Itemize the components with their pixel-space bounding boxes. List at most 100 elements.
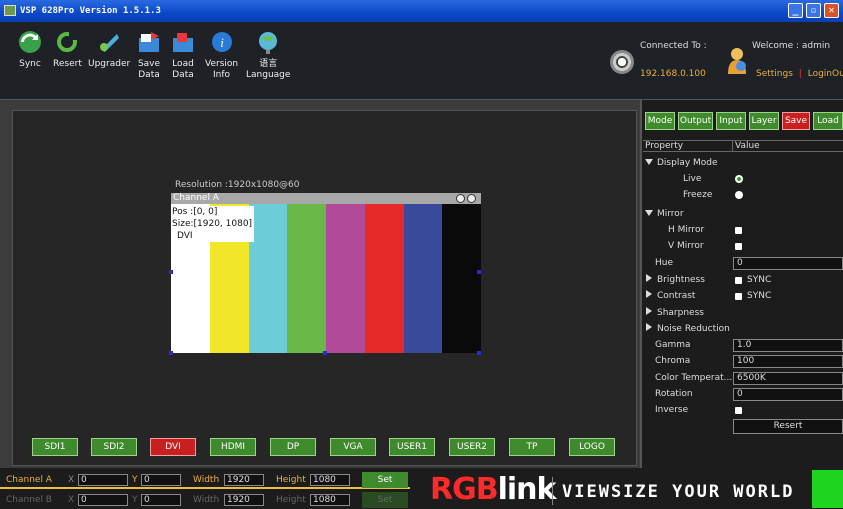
channel-a-height-input[interactable]	[310, 474, 350, 486]
channel-b-height-input[interactable]	[310, 494, 350, 506]
settings-link[interactable]: Settings	[756, 69, 793, 79]
upgrader-button[interactable]: Upgrader	[88, 30, 130, 70]
color-bar	[403, 204, 443, 353]
expand-right-icon	[646, 307, 652, 315]
ip-address: 192.168.0.100	[640, 69, 706, 79]
channel-info: Pos :[0, 0] Size:[1920, 1080] DVI	[172, 206, 255, 242]
rgblink-logo: RGBlink	[430, 472, 556, 507]
source-tp-button[interactable]: TP	[509, 438, 555, 456]
mirror-group[interactable]: Mirror	[643, 206, 843, 222]
channel-name: Channel A	[173, 193, 219, 203]
tab-layer[interactable]: Layer	[749, 112, 779, 130]
status-indicator	[812, 470, 843, 508]
channel-a-x-input[interactable]	[78, 474, 128, 486]
brand-slogan: VIEWSIZE YOUR WORLD	[562, 482, 795, 502]
inverse-checkbox[interactable]	[735, 407, 742, 414]
title-bar: VSP 628Pro Version 1.5.1.3 _ ▫ ✕	[0, 0, 843, 22]
sync-icon	[19, 31, 41, 53]
maximize-button[interactable]: ▫	[806, 3, 821, 18]
close-button[interactable]: ✕	[824, 3, 839, 18]
source-user2-button[interactable]: USER2	[449, 438, 495, 456]
user-icon	[728, 48, 746, 74]
resize-handle[interactable]	[477, 351, 481, 355]
display-mode-group[interactable]: Display Mode	[643, 155, 843, 171]
chroma-spinbox[interactable]: 100	[733, 355, 843, 368]
rotation-spinbox[interactable]: 0	[733, 388, 843, 401]
source-logo-button[interactable]: LOGO	[569, 438, 615, 456]
resize-handle[interactable]	[169, 270, 173, 274]
sharpness-row[interactable]: Sharpness	[643, 305, 843, 321]
source-dvi-button[interactable]: DVI	[150, 438, 196, 456]
inverse-row: Inverse	[643, 402, 843, 418]
color-temperature-spinbox[interactable]: 6500K	[733, 372, 843, 385]
tab-output[interactable]: Output	[678, 112, 713, 130]
resize-handle[interactable]	[169, 351, 173, 355]
tab-input[interactable]: Input	[716, 112, 746, 130]
language-button[interactable]: 语言 Language	[246, 30, 290, 81]
v-mirror-checkbox[interactable]	[735, 243, 742, 250]
channel-a-row: Channel A X Y Width Height Set	[0, 471, 410, 489]
channel-a-y-input[interactable]	[141, 474, 181, 486]
welcome-text: Welcome : admin	[752, 41, 831, 51]
live-radio[interactable]	[735, 175, 743, 183]
tab-save[interactable]: Save	[782, 112, 810, 130]
reset-icon	[57, 32, 78, 52]
tab-load[interactable]: Load	[813, 112, 843, 130]
color-bar	[364, 204, 404, 353]
h-mirror-checkbox[interactable]	[735, 227, 742, 234]
user-links: Settings | LoginOut	[756, 69, 843, 79]
expand-right-icon	[646, 290, 652, 298]
connection-gear-icon	[610, 50, 634, 74]
channel-b-width-input[interactable]	[224, 494, 264, 506]
chroma-row: Chroma 100	[643, 353, 843, 369]
resize-handle[interactable]	[323, 351, 327, 355]
save-data-icon	[139, 32, 159, 52]
gamma-spinbox[interactable]: 1.0	[733, 339, 843, 352]
channel-b-row: Channel B X Y Width Height Set	[0, 491, 410, 509]
link-separator: |	[798, 69, 802, 79]
source-sdi2-button[interactable]: SDI2	[91, 438, 137, 456]
minimize-button[interactable]: _	[788, 3, 803, 18]
sync-button[interactable]: Sync	[18, 30, 42, 70]
svg-text:i: i	[220, 35, 224, 50]
channel-maximize-icon[interactable]	[467, 194, 476, 203]
channel-b-y-input[interactable]	[141, 494, 181, 506]
color-temperature-row: Color Temperat... 6500K	[643, 370, 843, 386]
resize-handle[interactable]	[477, 270, 481, 274]
expand-right-icon	[646, 323, 652, 331]
source-vga-button[interactable]: VGA	[330, 438, 376, 456]
tab-mode[interactable]: Mode	[645, 112, 675, 130]
noise-reduction-row[interactable]: Noise Reduction	[643, 321, 843, 337]
info-icon: i	[211, 32, 232, 52]
v-mirror-row: V Mirror	[643, 238, 843, 254]
resert-button[interactable]: Resert	[733, 419, 843, 434]
source-hdmi-button[interactable]: HDMI	[210, 438, 256, 456]
toolbar: Sync Resert Upgrader Save Data Load Data…	[0, 22, 843, 100]
hue-spinbox[interactable]: 0	[733, 257, 843, 270]
channel-b-x-input[interactable]	[78, 494, 128, 506]
channel-a-set-button[interactable]: Set	[362, 472, 408, 488]
source-sdi1-button[interactable]: SDI1	[32, 438, 78, 456]
contrast-sync-checkbox[interactable]	[735, 293, 742, 300]
h-mirror-row: H Mirror	[643, 222, 843, 238]
logout-link[interactable]: LoginOut	[808, 69, 843, 79]
brightness-row[interactable]: Brightness SYNC	[643, 272, 843, 288]
freeze-radio[interactable]	[735, 191, 743, 199]
contrast-row[interactable]: Contrast SYNC	[643, 288, 843, 304]
channel-window-header[interactable]: Channel A	[171, 193, 481, 204]
version-info-button[interactable]: i Version Info	[205, 30, 238, 81]
brightness-sync-checkbox[interactable]	[735, 277, 742, 284]
logo-divider	[552, 477, 553, 505]
load-data-button[interactable]: Load Data	[171, 30, 195, 81]
channel-a-width-input[interactable]	[224, 474, 264, 486]
color-bar	[442, 204, 481, 353]
channel-b-set-button[interactable]: Set	[362, 492, 408, 508]
window-title: VSP 628Pro Version 1.5.1.3	[20, 6, 161, 16]
app-icon	[4, 5, 16, 16]
channel-close-icon[interactable]	[456, 194, 465, 203]
resert-button[interactable]: Resert	[53, 30, 82, 70]
save-data-button[interactable]: Save Data	[137, 30, 161, 81]
source-user1-button[interactable]: USER1	[389, 438, 435, 456]
resolution-label: Resolution :1920x1080@60	[175, 180, 300, 190]
source-dp-button[interactable]: DP	[270, 438, 316, 456]
